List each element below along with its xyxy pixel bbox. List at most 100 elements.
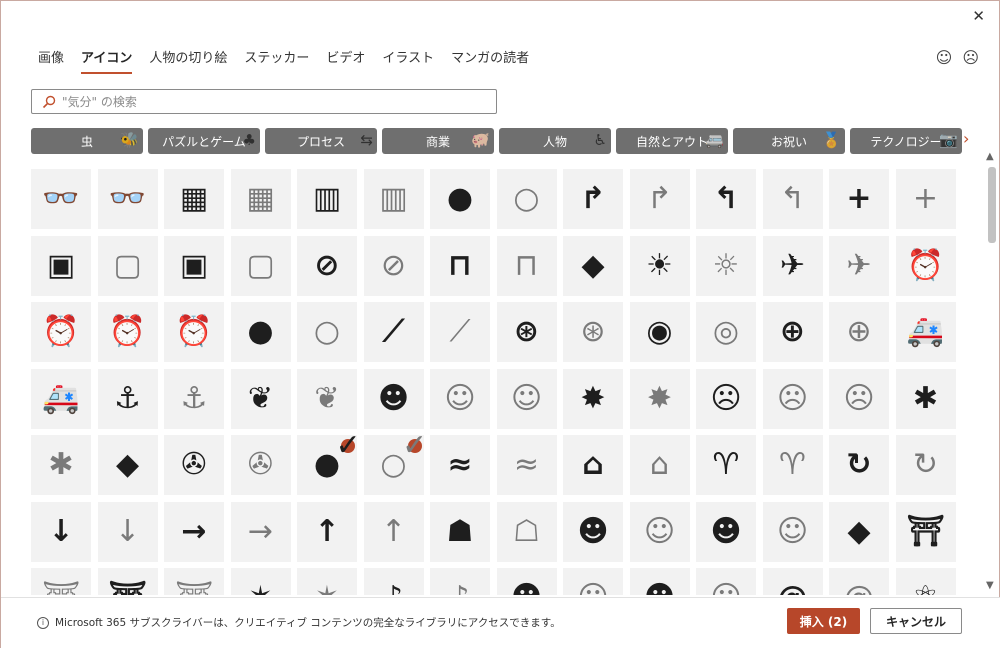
needle-outline-icon[interactable]: ⟋ [430, 302, 490, 362]
adhesive-bandage-outline-icon[interactable]: ⊘ [363, 235, 424, 296]
tab-5[interactable]: イラスト [382, 47, 434, 74]
artist-female-outline-icon[interactable]: ☺ [629, 501, 690, 562]
3d-glasses-outline-icon[interactable]: 👓 [97, 169, 158, 229]
category-chip-4[interactable]: 人物 ♿ [499, 128, 611, 154]
anchor-outline-icon[interactable]: ⚓ [164, 368, 224, 429]
asian-temple-2-filled-icon[interactable]: ⛩ [97, 568, 158, 595]
artist-female-filled-icon[interactable]: ☻ [563, 501, 623, 562]
abacus-outline-icon[interactable]: ▦ [230, 169, 291, 229]
athlete-outline-icon[interactable]: ♪ [430, 568, 490, 595]
architect-drawing-outline-icon[interactable]: ⌂ [629, 435, 690, 495]
anemone-filled-icon[interactable]: ❦ [230, 368, 291, 429]
asia-filled-icon[interactable]: ◆ [829, 501, 889, 562]
aries-filled-icon[interactable]: ♈ [696, 435, 756, 495]
category-chip-3[interactable]: 商業 🐖 [382, 128, 494, 154]
ant-outline-icon[interactable]: ✱ [31, 435, 91, 495]
airplane-filled-icon[interactable]: ✈ [762, 235, 823, 296]
aquarius-outline-icon[interactable]: ≈ [496, 435, 557, 495]
architect-drawing-filled-icon[interactable]: ⌂ [563, 435, 623, 495]
category-chip-1[interactable]: パズルとゲーム ♣ [148, 128, 260, 154]
cancel-button[interactable]: キャンセル [870, 608, 962, 634]
anemone-outline-icon[interactable]: ❦ [297, 368, 357, 429]
address-book-2-filled-icon[interactable]: ▣ [164, 235, 224, 296]
category-chip-6[interactable]: お祝い 🏅 [733, 128, 845, 154]
acorn-outline-icon[interactable]: ○ [496, 169, 557, 229]
aquarius-filled-icon[interactable]: ≈ [430, 435, 490, 495]
atom-filled-icon[interactable]: ⚛ [895, 568, 956, 595]
astronaut-2-filled-icon[interactable]: ☻ [629, 568, 690, 595]
button-filled-icon[interactable]: ⊕ [762, 302, 823, 362]
scroll-down-icon[interactable]: ▼ [986, 580, 994, 591]
3d-glasses-filled-icon[interactable]: 👓 [31, 169, 91, 229]
yarn-outline-icon[interactable]: ⊛ [563, 302, 623, 362]
astronaut-filled-icon[interactable]: ☻ [496, 568, 557, 595]
alarm-clock-filled-icon[interactable]: ⏰ [895, 235, 956, 296]
category-chip-0[interactable]: 虫 🐝 [31, 128, 143, 154]
tab-6[interactable]: マンガの読者 [451, 47, 529, 74]
address-book-filled-icon[interactable]: ▣ [31, 235, 91, 296]
abacus-2-outline-icon[interactable]: ▥ [363, 169, 424, 229]
scroll-up-icon[interactable]: ▲ [986, 151, 994, 162]
needle-filled-icon[interactable]: ⟋ [363, 302, 424, 362]
search-box[interactable] [31, 89, 497, 114]
artist-male-filled-icon[interactable]: ☻ [696, 501, 756, 562]
artificial-intelligence-filled-icon[interactable]: ☗ [430, 501, 490, 562]
button-outline-icon[interactable]: ⊕ [829, 302, 889, 362]
arrow-up-outline-icon[interactable]: ↑ [363, 501, 424, 562]
measuring-tape-filled-icon[interactable]: ◉ [629, 302, 690, 362]
add-outline-icon[interactable]: + [895, 169, 956, 229]
scroll-thumb[interactable] [988, 167, 996, 243]
category-chip-2[interactable]: プロセス ⇆ [265, 128, 377, 154]
airplane-outline-icon[interactable]: ✈ [829, 235, 889, 296]
at-sign-outline-icon[interactable]: @ [829, 568, 889, 595]
astronaut-2-outline-icon[interactable]: ☺ [696, 568, 756, 595]
billboard-outline-icon[interactable]: ⊓ [496, 235, 557, 296]
apple-outline-icon[interactable]: ○ ✓ [363, 431, 427, 495]
aperture-filled-icon[interactable]: ✇ [164, 435, 224, 495]
astronomy-filled-icon[interactable]: ✶ [230, 568, 291, 595]
chevron-right-icon[interactable]: › [963, 129, 969, 148]
yarn-filled-icon[interactable]: ⊛ [496, 302, 557, 362]
tab-2[interactable]: 人物の切り絵 [149, 47, 227, 74]
category-chip-5[interactable]: 自然とアウト 🚐 [616, 128, 728, 154]
tab-1[interactable]: アイコン [81, 47, 133, 74]
apple-filled-icon[interactable]: ● ✓ [297, 431, 361, 495]
arrow-turn-left-filled-icon[interactable]: ↰ [696, 169, 756, 229]
arrow-turn-right-filled-icon[interactable]: ↱ [563, 169, 623, 229]
tab-0[interactable]: 画像 [38, 47, 64, 74]
africa-filled-icon[interactable]: ◆ [563, 235, 623, 296]
anchor-filled-icon[interactable]: ⚓ [97, 368, 158, 429]
arrow-right-outline-icon[interactable]: → [230, 501, 291, 562]
ant-filled-icon[interactable]: ✱ [895, 368, 956, 429]
vertical-scrollbar[interactable]: ▲ ▼ [985, 151, 999, 591]
antarctica-filled-icon[interactable]: ◆ [97, 435, 158, 495]
alarm-ringing-outline-icon[interactable]: ⏰ [164, 302, 224, 362]
abacus-filled-icon[interactable]: ▦ [164, 169, 224, 229]
arrow-turn-left-outline-icon[interactable]: ↰ [762, 169, 823, 229]
alien-face-outline-icon[interactable]: ○ [297, 302, 357, 362]
acorn-filled-icon[interactable]: ● [430, 169, 490, 229]
angel-face-2-outline-icon[interactable]: ☺ [496, 368, 557, 429]
tab-4[interactable]: ビデオ [326, 47, 365, 74]
artificial-intelligence-outline-icon[interactable]: ☖ [496, 501, 557, 562]
at-sign-filled-icon[interactable]: @ [762, 568, 823, 595]
alarm-ringing-filled-icon[interactable]: ⏰ [97, 302, 158, 362]
angel-face-outline-icon[interactable]: ☺ [430, 368, 490, 429]
recycle-arrows-filled-icon[interactable]: ↻ [829, 435, 889, 495]
anger-symbol-outline-icon[interactable]: ✸ [629, 368, 690, 429]
arrow-down-outline-icon[interactable]: ↓ [97, 501, 158, 562]
ambulance-filled-icon[interactable]: 🚑 [895, 302, 956, 362]
angel-face-filled-icon[interactable]: ☻ [363, 368, 424, 429]
asian-temple-filled-icon[interactable]: ⛩ [895, 501, 956, 562]
tab-3[interactable]: ステッカー [244, 47, 309, 74]
asian-temple-outline-icon[interactable]: ⛩ [31, 568, 91, 595]
billboard-filled-icon[interactable]: ⊓ [430, 235, 490, 296]
agriculture-outline-icon[interactable]: ☼ [696, 235, 756, 296]
artist-male-outline-icon[interactable]: ☺ [762, 501, 823, 562]
athlete-filled-icon[interactable]: ♪ [363, 568, 424, 595]
address-book-2-outline-icon[interactable]: ▢ [230, 235, 291, 296]
astronomy-outline-icon[interactable]: ✶ [297, 568, 357, 595]
angry-face-outline-icon[interactable]: ☹ [762, 368, 823, 429]
arrow-up-filled-icon[interactable]: ↑ [297, 501, 357, 562]
angry-face-2-outline-icon[interactable]: ☹ [829, 368, 889, 429]
